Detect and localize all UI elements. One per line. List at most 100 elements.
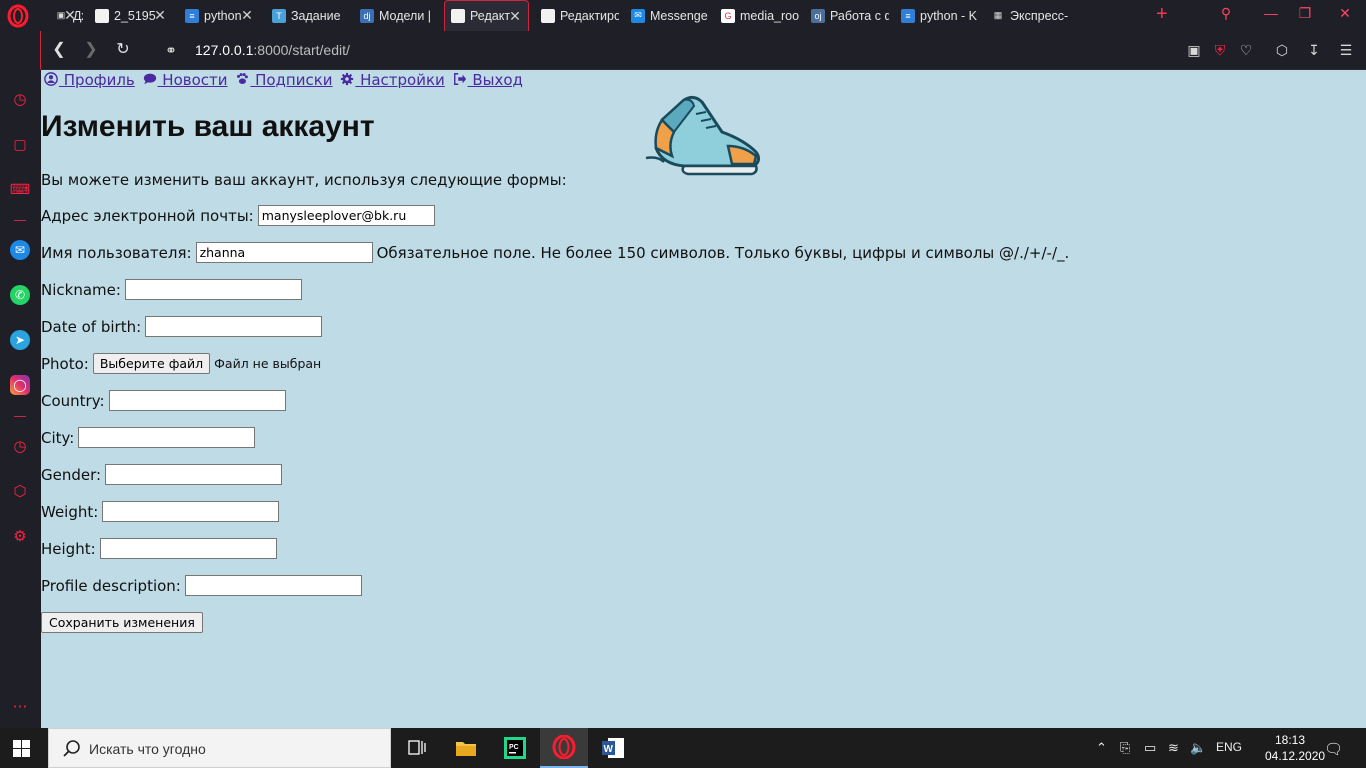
city-row: City: xyxy=(41,427,256,448)
svg-text:PC: PC xyxy=(509,744,519,751)
email-field[interactable] xyxy=(257,205,435,226)
new-tab-button[interactable]: + xyxy=(1156,3,1168,26)
browser-tab[interactable]: ✉ Messenge xyxy=(625,0,709,31)
tinkoff-icon: T xyxy=(272,8,286,23)
clock[interactable]: 18:13 04.12.2020 xyxy=(1265,732,1325,764)
tray-chevron-icon[interactable]: ⌃ xyxy=(1096,740,1107,756)
heart-icon[interactable]: ♡ xyxy=(1237,41,1255,59)
taskbar-search-box[interactable]: Искать что угодно xyxy=(48,728,391,768)
opera-taskbar-icon[interactable] xyxy=(540,728,588,768)
easy-setup-icon[interactable]: ☰ xyxy=(1337,41,1355,59)
comment-icon xyxy=(143,73,156,85)
nav-profile-link[interactable]: Профиль xyxy=(43,71,135,89)
history-icon[interactable]: ◷ xyxy=(10,436,30,456)
browser-tab[interactable]: oj Работа с ф xyxy=(805,0,889,31)
city-label: City: xyxy=(41,428,75,447)
forward-button[interactable]: ❯ xyxy=(81,40,101,60)
google-icon: G xyxy=(721,8,735,23)
country-field[interactable] xyxy=(108,390,286,411)
nav-settings-link[interactable]: Настройки xyxy=(339,71,445,89)
url-field[interactable]: 127.0.0.1:8000/start/edit/ xyxy=(195,42,350,58)
tab-title: Задание xyxy=(291,8,341,23)
tab-title: media_roo xyxy=(740,8,799,23)
windows-start-icon[interactable] xyxy=(13,740,30,757)
word-icon[interactable]: W xyxy=(589,728,637,768)
file-explorer-icon[interactable] xyxy=(442,728,490,768)
close-tab-icon[interactable]: ✕ xyxy=(240,8,254,22)
browser-tab[interactable]: Gmedia_roo xyxy=(715,0,799,31)
camera-icon[interactable]: ▣ xyxy=(1185,41,1203,59)
cube-icon[interactable]: ⬡ xyxy=(1273,41,1291,59)
choose-file-button[interactable]: Выберите файл xyxy=(92,353,211,374)
adblock-shield-icon[interactable]: ⛨ xyxy=(1211,41,1229,59)
download-icon[interactable]: ↧ xyxy=(1305,41,1323,59)
gender-row: Gender: xyxy=(41,464,283,485)
maximize-button[interactable]: ❐ xyxy=(1294,5,1316,25)
task-view-icon[interactable] xyxy=(393,728,441,768)
shopping-bag-icon[interactable]: ▢ xyxy=(10,134,30,154)
tab-title: 2_5195 xyxy=(114,8,156,23)
stackoverflow-icon: ≡ xyxy=(901,8,915,23)
more-icon[interactable]: ⋯ xyxy=(10,696,30,716)
birth-label: Date of birth: xyxy=(41,317,142,336)
usb-device-icon[interactable]: ⎘ xyxy=(1120,740,1130,756)
save-changes-button[interactable]: Сохранить изменения xyxy=(41,612,203,633)
photo-label: Photo: xyxy=(41,354,89,373)
browser-tab[interactable]: dj Модели | xyxy=(354,0,438,31)
volume-icon[interactable]: 🔈 xyxy=(1190,740,1206,756)
opera-logo-icon[interactable] xyxy=(6,4,30,28)
stackoverflow-icon: ≡ xyxy=(185,8,199,23)
description-row: Profile description: xyxy=(41,575,362,596)
notifications-icon[interactable]: 🗨 xyxy=(1324,740,1343,758)
close-window-button[interactable]: ✕ xyxy=(1334,5,1356,25)
country-label: Country: xyxy=(41,391,105,410)
browser-tab[interactable]: ≡ python - K xyxy=(895,0,979,31)
nav-logout-link[interactable]: Выход xyxy=(452,71,523,89)
browser-tab[interactable]: 2_5195 ✕ xyxy=(89,0,173,31)
browser-tab[interactable]: T Задание xyxy=(266,0,348,31)
browser-tab[interactable]: ≡ python ✕ xyxy=(179,0,260,31)
country-row: Country: xyxy=(41,390,286,411)
cube-icon[interactable]: ⬡ xyxy=(10,481,30,501)
weight-field[interactable] xyxy=(102,501,280,522)
browser-tab[interactable]: Редакт ✕ xyxy=(444,0,529,31)
close-tab-icon[interactable]: ✕ xyxy=(63,8,77,22)
nav-subscriptions-link[interactable]: Подписки xyxy=(234,71,333,89)
instagram-icon[interactable]: ◯ xyxy=(10,375,30,395)
twitch-icon[interactable]: ⌨ xyxy=(10,179,30,199)
back-button[interactable]: ❮ xyxy=(49,40,69,60)
browser-tab[interactable]: Редактиро xyxy=(535,0,619,31)
sidebar-divider xyxy=(14,220,26,221)
close-tab-icon[interactable]: ✕ xyxy=(508,9,522,23)
nickname-field[interactable] xyxy=(124,279,302,300)
pycharm-icon[interactable]: PC xyxy=(491,728,539,768)
language-indicator[interactable]: ENG xyxy=(1216,740,1242,754)
gender-field[interactable] xyxy=(105,464,283,485)
profile-description-field[interactable] xyxy=(184,575,362,596)
django-icon: dj xyxy=(360,8,374,23)
telegram-icon[interactable]: ➤ xyxy=(10,330,30,350)
reload-button[interactable]: ↻ xyxy=(113,40,133,60)
browser-tab[interactable]: ▦ Экспресс- xyxy=(985,0,1069,31)
username-field[interactable] xyxy=(195,242,373,263)
speed-dial-icon[interactable]: ◷ xyxy=(10,89,30,109)
document-icon xyxy=(541,8,555,23)
messenger-icon: ✉ xyxy=(631,8,645,23)
city-field[interactable] xyxy=(78,427,256,448)
minimize-button[interactable]: — xyxy=(1260,5,1282,25)
user-circle-icon xyxy=(44,72,58,86)
search-tabs-icon[interactable]: ⚲ xyxy=(1215,5,1237,25)
battery-icon[interactable]: ▭ xyxy=(1144,740,1156,756)
nav-news-link[interactable]: Новости xyxy=(142,71,228,89)
close-tab-icon[interactable]: ✕ xyxy=(153,8,167,22)
settings-gear-icon[interactable]: ⚙ xyxy=(10,526,30,546)
wifi-icon[interactable]: ≋ xyxy=(1168,740,1179,756)
whatsapp-icon[interactable]: ✆ xyxy=(10,285,30,305)
browser-tab[interactable]: ▣Джерв✕ xyxy=(48,0,83,31)
height-field[interactable] xyxy=(99,538,277,559)
sign-out-icon xyxy=(453,73,466,85)
browser-tab-strip: ▣Джерв✕2_5195✕≡python✕TЗаданиеdjМодели |… xyxy=(0,0,1366,31)
messenger-icon[interactable]: ✉ xyxy=(10,240,30,260)
date-of-birth-field[interactable] xyxy=(145,316,323,337)
intro-text: Вы можете изменить ваш аккаунт, использу… xyxy=(41,171,567,189)
